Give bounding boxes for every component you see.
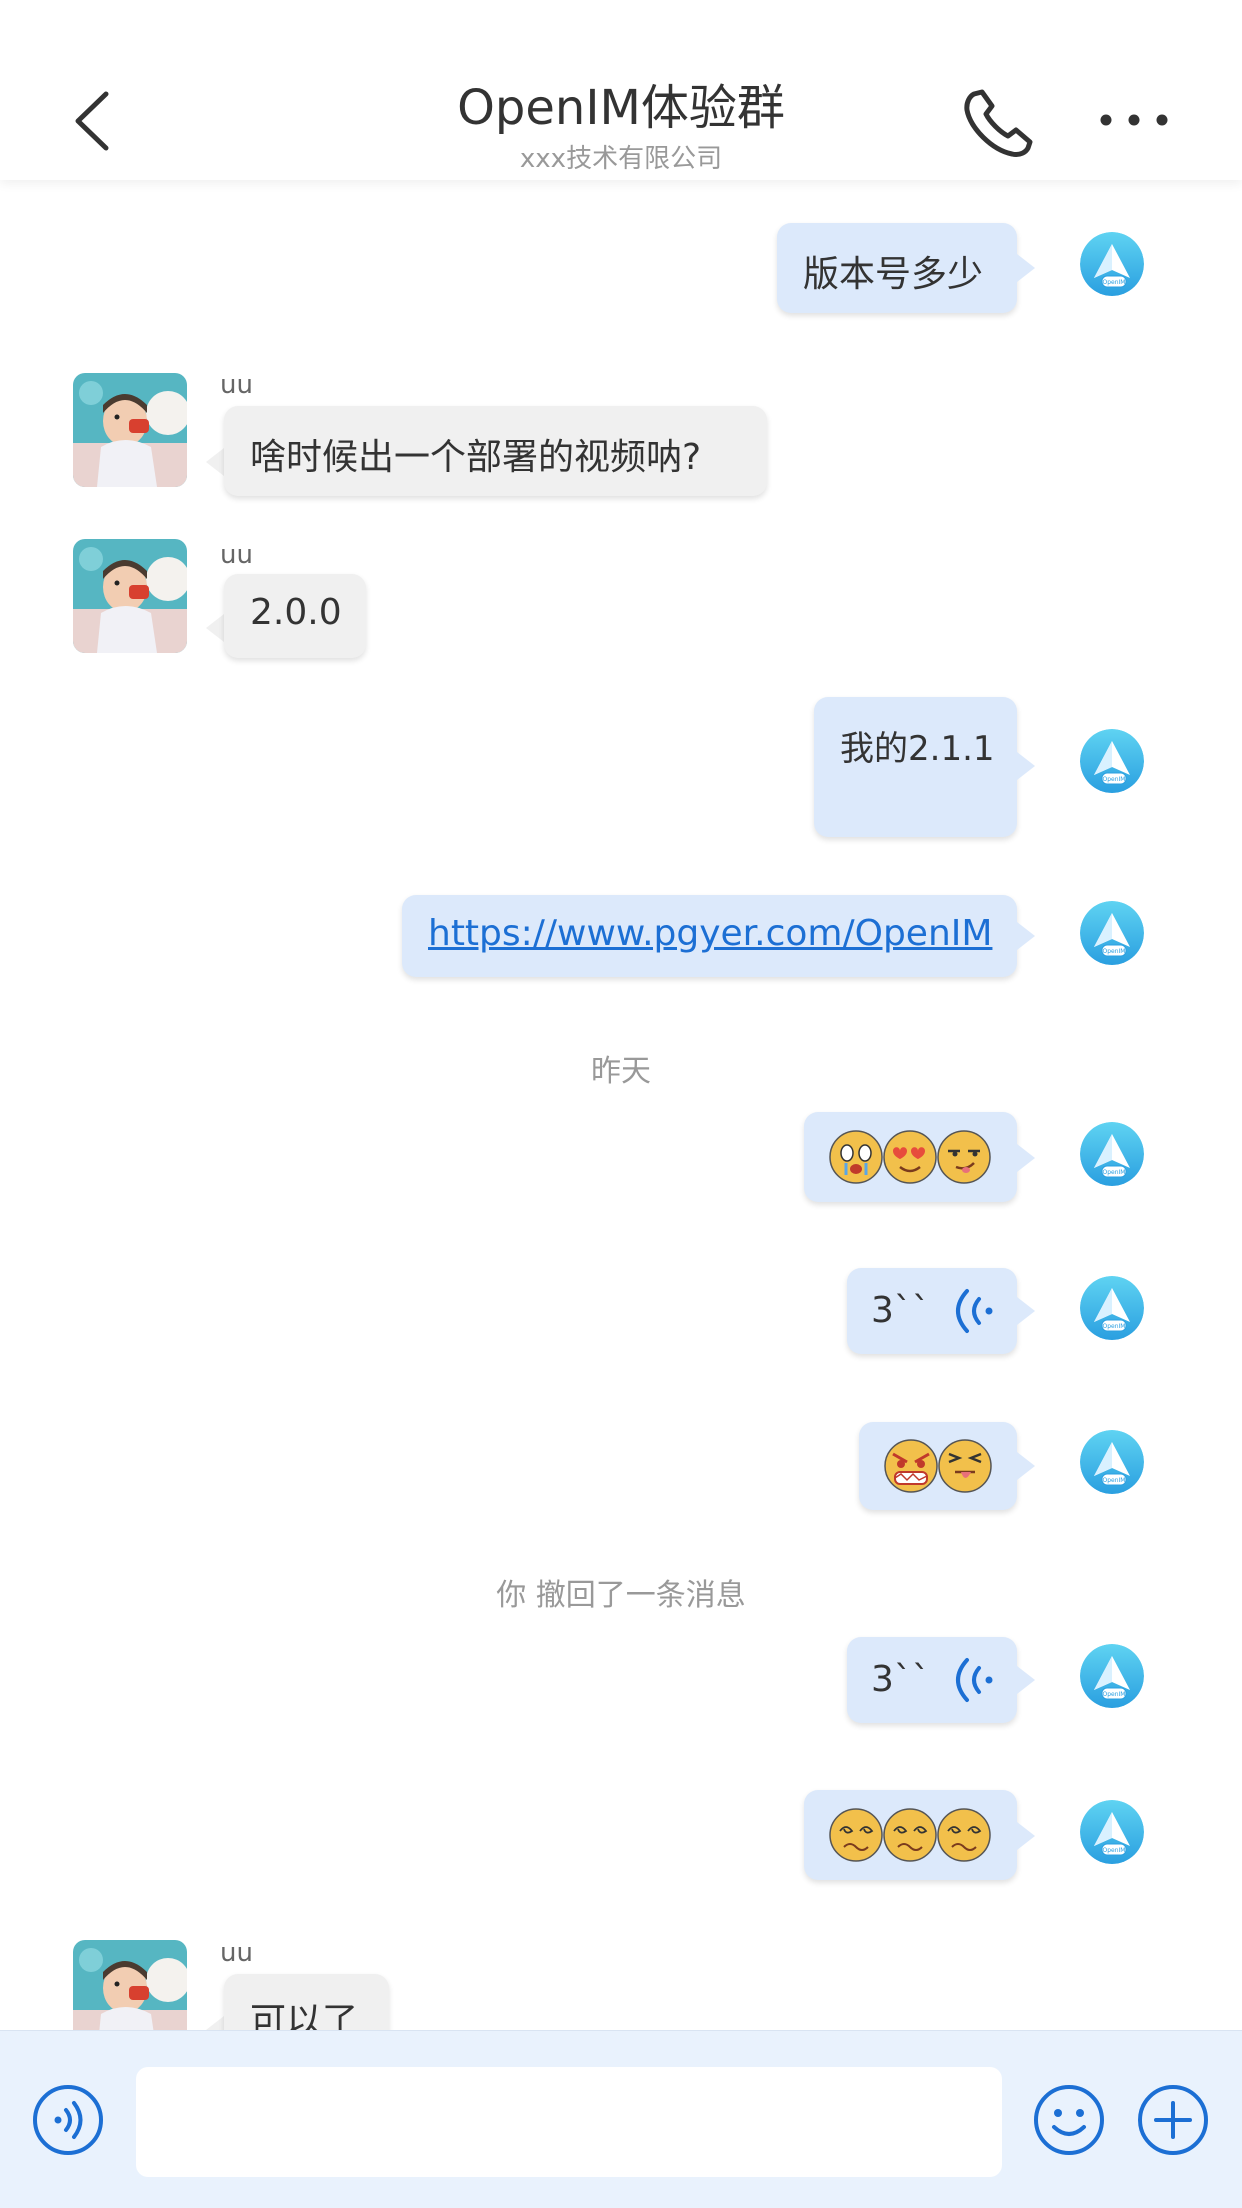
- chat-header: OpenIM体验群 xxx技术有限公司: [0, 0, 1242, 180]
- bubble-tail: [1017, 922, 1035, 950]
- my-avatar[interactable]: [1080, 729, 1144, 793]
- tongue-out-emoji: [938, 1439, 992, 1493]
- message-bubble[interactable]: [859, 1422, 1017, 1510]
- my-avatar[interactable]: [1080, 232, 1144, 296]
- my-avatar[interactable]: [1080, 1800, 1144, 1864]
- message-bubble[interactable]: 可以了: [224, 1974, 389, 2030]
- message-bubble: https://www.pgyer.com/OpenIM: [402, 895, 1017, 977]
- bubble-tail: [1017, 254, 1035, 282]
- time-divider: 昨天: [591, 1054, 651, 1089]
- bubble-tail: [206, 614, 224, 642]
- bubble-tail: [206, 2016, 224, 2030]
- message-text: 啥时候出一个部署的视频呐?: [250, 437, 702, 478]
- my-avatar[interactable]: [1080, 1122, 1144, 1186]
- message-text: 2.0.0: [250, 592, 342, 633]
- sender-name: uu: [220, 370, 253, 400]
- message-text: 版本号多少: [803, 254, 984, 295]
- my-avatar[interactable]: [1080, 1276, 1144, 1340]
- message-input[interactable]: [136, 2067, 1002, 2177]
- voice-wave-icon: [956, 1658, 993, 1702]
- dizzy-emoji: [883, 1808, 937, 1862]
- voice-duration: 3``: [871, 1659, 930, 1700]
- input-bar: [0, 2030, 1242, 2208]
- heart-eyes-emoji: [883, 1130, 937, 1184]
- voice-message-bubble[interactable]: 3``: [847, 1268, 1017, 1354]
- bubble-tail: [1017, 752, 1035, 780]
- user-avatar[interactable]: [73, 373, 187, 487]
- message-bubble[interactable]: 我的2.1.1: [814, 697, 1017, 837]
- user-avatar[interactable]: [73, 539, 187, 653]
- bubble-tail: [206, 448, 224, 476]
- sender-name: uu: [220, 540, 253, 570]
- crying-emoji: [829, 1130, 883, 1184]
- recall-notice: 你 撤回了一条消息: [496, 1578, 746, 1613]
- message-bubble[interactable]: 版本号多少: [777, 223, 1017, 313]
- emoji-icon[interactable]: [1032, 2083, 1106, 2157]
- angry-grimace-emoji: [884, 1439, 938, 1493]
- bubble-tail: [1017, 1452, 1035, 1480]
- message-bubble[interactable]: [804, 1790, 1017, 1880]
- phone-icon[interactable]: [958, 84, 1038, 164]
- my-avatar[interactable]: [1080, 1430, 1144, 1494]
- message-list[interactable]: 版本号多少 uu 啥时候出一个部署的视频呐? uu 2.0.0 我的2.1.1 …: [0, 180, 1242, 2030]
- plus-icon[interactable]: [1136, 2083, 1210, 2157]
- message-bubble[interactable]: 2.0.0: [224, 574, 366, 658]
- voice-wave-icon: [956, 1289, 993, 1333]
- message-text: 我的2.1.1: [840, 729, 995, 769]
- chat-subtitle: xxx技术有限公司: [519, 144, 723, 174]
- my-avatar[interactable]: [1080, 901, 1144, 965]
- chat-title: OpenIM体验群: [457, 80, 785, 136]
- dizzy-emoji: [829, 1808, 883, 1862]
- bubble-tail: [1017, 1822, 1035, 1850]
- voice-message-bubble[interactable]: 3``: [847, 1637, 1017, 1723]
- message-bubble[interactable]: [804, 1112, 1017, 1202]
- more-dots-icon[interactable]: [1096, 100, 1172, 140]
- bubble-tail: [1017, 1297, 1035, 1325]
- bubble-tail: [1017, 1666, 1035, 1694]
- user-avatar[interactable]: [73, 1940, 187, 2030]
- message-bubble[interactable]: 啥时候出一个部署的视频呐?: [224, 406, 767, 496]
- sender-name: uu: [220, 1938, 253, 1968]
- my-avatar[interactable]: [1080, 1644, 1144, 1708]
- voice-mode-icon[interactable]: [31, 2083, 105, 2157]
- message-text: 可以了: [250, 2001, 359, 2030]
- bubble-tail: [1017, 1144, 1035, 1172]
- smirk-emoji: [937, 1130, 991, 1184]
- dizzy-emoji: [937, 1808, 991, 1862]
- voice-duration: 3``: [871, 1290, 930, 1331]
- message-link[interactable]: https://www.pgyer.com/OpenIM: [428, 913, 992, 954]
